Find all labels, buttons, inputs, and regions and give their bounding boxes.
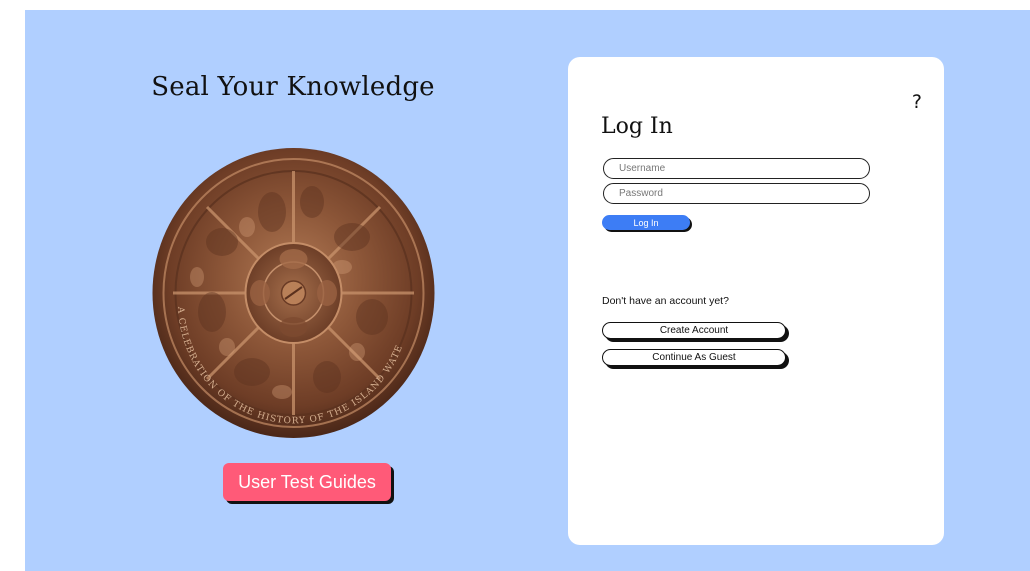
no-account-text: Don't have an account yet? bbox=[602, 295, 729, 307]
page-title: Seal Your Knowledge bbox=[151, 72, 435, 102]
username-input[interactable] bbox=[603, 158, 870, 179]
login-card: ? Log In Log In Don't have an account ye… bbox=[568, 57, 944, 545]
user-test-guides-button[interactable]: User Test Guides bbox=[223, 463, 391, 501]
create-account-button[interactable]: Create Account bbox=[602, 322, 786, 339]
login-title: Log In bbox=[601, 114, 673, 139]
password-input[interactable] bbox=[603, 183, 870, 204]
login-button[interactable]: Log In bbox=[602, 215, 690, 230]
help-icon[interactable]: ? bbox=[912, 91, 922, 113]
seal-image: A CELEBRATION OF THE HISTORY OF THE ISLA… bbox=[152, 147, 435, 439]
continue-as-guest-button[interactable]: Continue As Guest bbox=[602, 349, 786, 366]
